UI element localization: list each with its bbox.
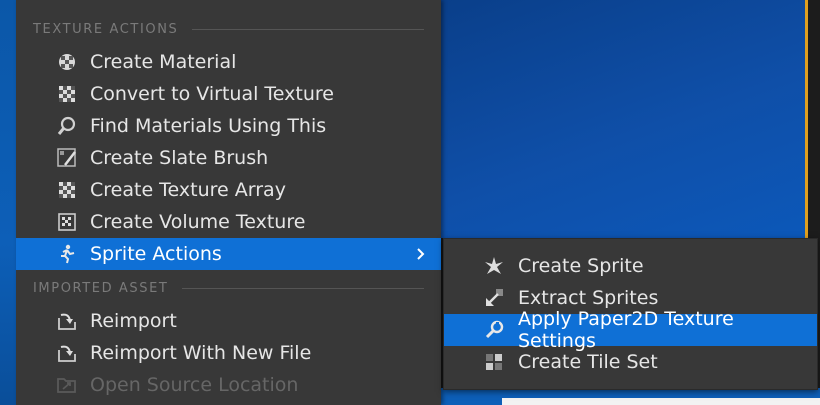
sprite-figure-icon (57, 244, 77, 264)
menu-item-label: Reimport (90, 310, 177, 332)
submenu-item-apply-paper2d-settings[interactable]: Apply Paper2D Texture Settings (444, 308, 817, 352)
tile-set-icon (484, 352, 504, 372)
section-header-imported-asset: IMPORTED ASSET (16, 276, 441, 300)
context-menu: TEXTURE ACTIONS Create Material Convert … (16, 0, 441, 405)
menu-item-sprite-actions[interactable]: Sprite Actions (16, 238, 441, 270)
menu-item-label: Create Texture Array (90, 179, 286, 201)
submenu-item-create-tile-set[interactable]: Create Tile Set (444, 346, 817, 378)
viewport-background-left (0, 0, 16, 405)
menu-item-convert-virtual-texture[interactable]: Convert to Virtual Texture (16, 78, 441, 110)
viewport-background-right (441, 0, 807, 238)
menu-item-find-materials[interactable]: Find Materials Using This (16, 110, 441, 142)
magnifier-icon (57, 116, 77, 136)
submenu-item-label: Extract Sprites (518, 287, 659, 309)
submenu-item-label: Create Tile Set (518, 351, 658, 373)
menu-item-label: Create Slate Brush (90, 147, 269, 169)
menu-item-create-texture-array[interactable]: Create Texture Array (16, 174, 441, 206)
section-label: TEXTURE ACTIONS (33, 21, 179, 37)
extract-arrow-icon (484, 288, 504, 308)
menu-item-label: Sprite Actions (90, 243, 222, 265)
section-header-texture-actions: TEXTURE ACTIONS (16, 17, 441, 41)
menu-item-open-source-location: Open Source Location (16, 369, 441, 401)
checker-icon (57, 84, 77, 104)
sprite-star-icon (484, 256, 504, 276)
section-divider (192, 28, 424, 30)
menu-item-label: Create Volume Texture (90, 211, 306, 233)
volume-texture-icon (57, 212, 77, 232)
section-divider (182, 287, 424, 289)
menu-item-label: Create Material (90, 51, 237, 73)
reimport-icon (57, 311, 77, 331)
menu-item-create-material[interactable]: Create Material (16, 46, 441, 78)
reimport-icon (57, 343, 77, 363)
folder-icon (57, 375, 77, 395)
submenu-item-label: Create Sprite (518, 255, 644, 277)
material-sphere-icon (57, 52, 77, 72)
checker-icon (57, 180, 77, 200)
menu-item-label: Reimport With New File (90, 342, 312, 364)
menu-item-label: Convert to Virtual Texture (90, 83, 334, 105)
menu-item-reimport-new-file[interactable]: Reimport With New File (16, 337, 441, 369)
chevron-right-icon (413, 246, 429, 262)
sprite-actions-submenu: Create Sprite Extract Sprites Apply Pape… (443, 238, 818, 390)
menu-item-create-slate-brush[interactable]: Create Slate Brush (16, 142, 441, 174)
menu-item-reimport[interactable]: Reimport (16, 305, 441, 337)
menu-item-create-volume-texture[interactable]: Create Volume Texture (16, 206, 441, 238)
wrench-icon (484, 320, 504, 340)
panel-edge (502, 398, 820, 405)
menu-item-label: Open Source Location (90, 374, 299, 396)
section-label: IMPORTED ASSET (33, 280, 169, 296)
slate-brush-icon (57, 148, 77, 168)
menu-item-label: Find Materials Using This (90, 115, 327, 137)
submenu-item-create-sprite[interactable]: Create Sprite (444, 250, 817, 282)
